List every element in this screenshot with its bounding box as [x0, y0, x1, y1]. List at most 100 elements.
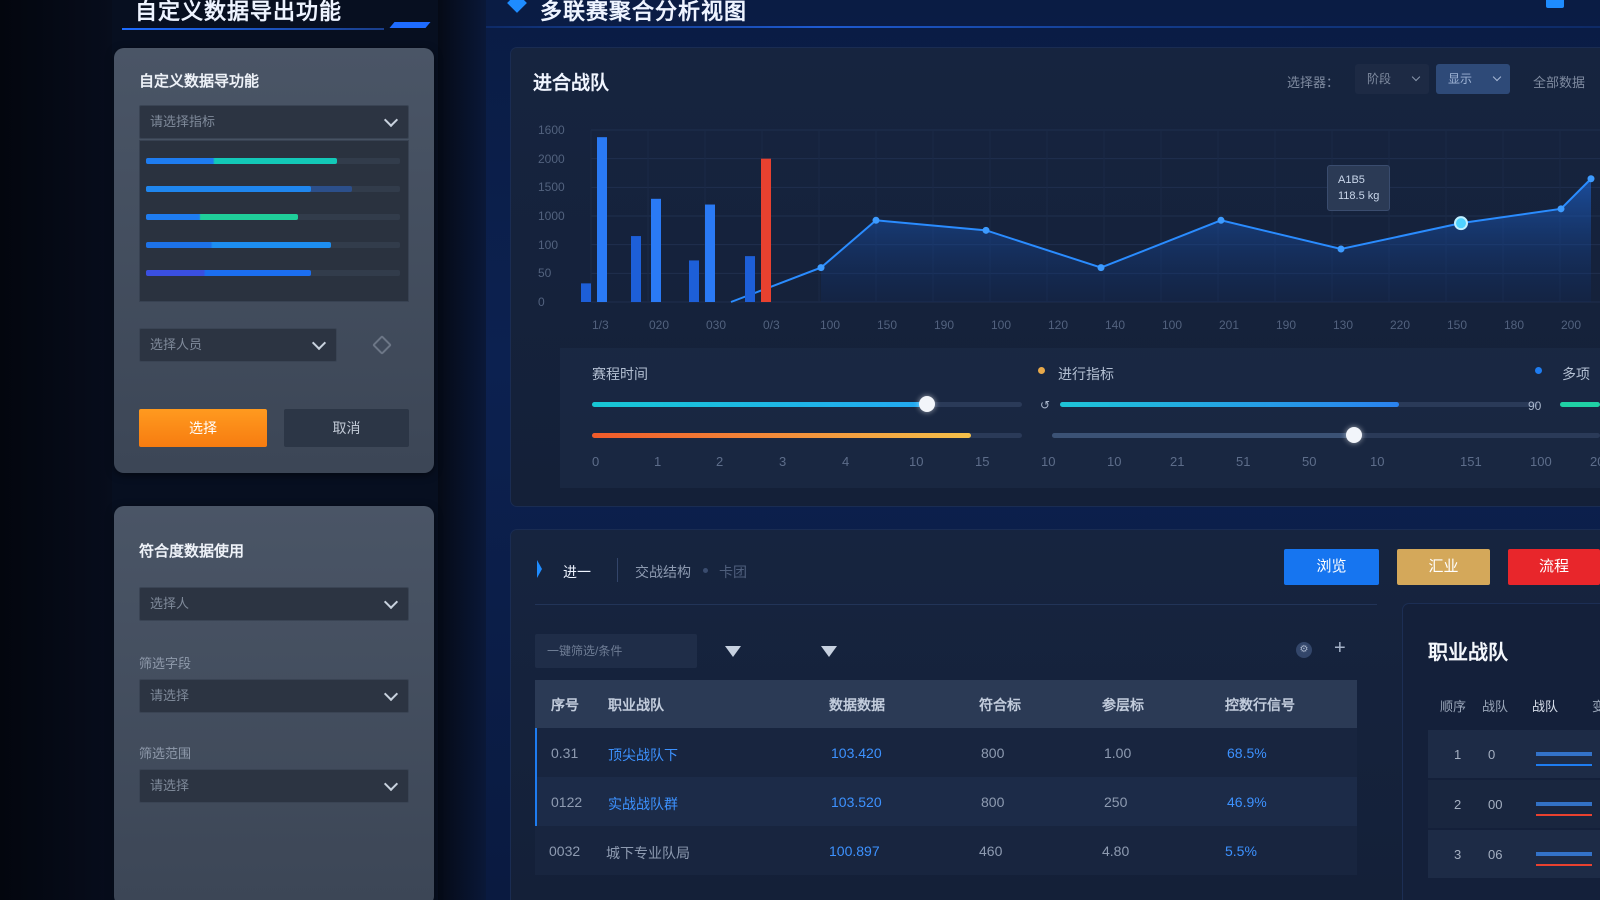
chart-bar[interactable]: [597, 137, 607, 302]
cell-team[interactable]: 城下专业队局: [606, 843, 690, 863]
select-button[interactable]: 选择: [139, 409, 267, 447]
line-point[interactable]: [1557, 205, 1565, 213]
col-header[interactable]: 序号: [551, 695, 579, 715]
pro-row[interactable]: 2 00: [1428, 780, 1600, 828]
pro-col-header: 顺序: [1440, 699, 1467, 714]
metric-bar-fill: [146, 158, 337, 164]
metric-bar-track: [146, 270, 400, 276]
area-series: [821, 178, 1591, 302]
stage-select[interactable]: 阶段: [1355, 64, 1429, 94]
cell-c1: 800: [981, 794, 1005, 810]
y-tick-label: 1600: [538, 123, 565, 137]
notification-icon[interactable]: [1546, 0, 1564, 8]
time-slider-handle[interactable]: [919, 396, 936, 412]
display-select-value: 显示: [1448, 72, 1473, 86]
line-point[interactable]: [1217, 216, 1225, 224]
pro-mini-bar: [1536, 752, 1592, 756]
line-point[interactable]: [1587, 175, 1595, 183]
cell-team[interactable]: 实战战队群: [608, 794, 678, 814]
chart-bar[interactable]: [581, 283, 591, 302]
tab-first[interactable]: 进一: [563, 562, 591, 582]
metric-select-placeholder: 请选择指标: [150, 114, 216, 129]
tab-structure[interactable]: 交战结构: [635, 562, 691, 582]
x-tick-label: 120: [1048, 318, 1069, 332]
add-icon[interactable]: +: [1334, 638, 1346, 658]
slider-scale-label: 1: [654, 454, 662, 469]
tab-team[interactable]: 卡团: [719, 562, 747, 582]
col-header[interactable]: 数据数据: [829, 695, 885, 715]
filter-icon[interactable]: [725, 646, 741, 657]
pro-rank: 1: [1454, 747, 1462, 762]
x-tick-label: 201: [1219, 318, 1240, 332]
line-point[interactable]: [982, 226, 990, 234]
cell-c2: 1.00: [1104, 745, 1132, 761]
filter-field-select[interactable]: 请选择: [139, 679, 409, 713]
metric-bar-track: [146, 214, 400, 220]
x-tick-label: 140: [1105, 318, 1126, 332]
filter-range-select[interactable]: 请选择: [139, 769, 409, 803]
x-tick-label: 180: [1504, 318, 1525, 332]
col-header[interactable]: 符合标: [979, 695, 1021, 715]
x-tick-label: 100: [991, 318, 1012, 332]
time-slider-fill: [592, 402, 928, 407]
col-header[interactable]: 职业战队: [608, 695, 664, 715]
cell-team[interactable]: 顶尖战队下: [608, 745, 678, 765]
summary-button[interactable]: 汇业: [1397, 549, 1490, 585]
refresh-icon[interactable]: ↺: [1040, 398, 1050, 412]
col-header[interactable]: 控数行信号: [1225, 695, 1295, 715]
col-header[interactable]: 参层标: [1102, 695, 1144, 715]
slider-scale-label: 3: [779, 454, 787, 469]
chart-bar[interactable]: [745, 256, 755, 302]
cell-c2: 250: [1104, 794, 1128, 810]
settings-icon[interactable]: ⚙: [1296, 642, 1312, 658]
chart-bar[interactable]: [705, 204, 715, 302]
pro-rank: 2: [1454, 797, 1462, 812]
line-point[interactable]: [817, 264, 825, 272]
pro-value: 06: [1488, 847, 1503, 862]
filter-input[interactable]: 一键筛选/条件: [535, 634, 697, 668]
multi-slider-fill[interactable]: [1560, 402, 1600, 407]
pro-row[interactable]: 1 0: [1428, 730, 1600, 778]
slider-scale-label: 10: [1107, 454, 1122, 469]
x-tick-label: 130: [1333, 318, 1354, 332]
line-point[interactable]: [1097, 264, 1105, 272]
chevron-down-icon: [383, 594, 399, 610]
line-point[interactable]: [1337, 245, 1345, 253]
pro-row[interactable]: 3 06: [1428, 830, 1600, 878]
all-data-link[interactable]: 全部数据: [1533, 72, 1585, 91]
chevron-down-icon: [383, 776, 399, 792]
chart-bar[interactable]: [761, 158, 771, 302]
process-button[interactable]: 流程: [1508, 549, 1600, 585]
browse-button[interactable]: 浏览: [1284, 549, 1379, 585]
table-row[interactable]: 0122 实战战队群 103.520 800 250 46.9%: [535, 777, 1357, 826]
line-point[interactable]: [872, 216, 880, 224]
slider-scale-label: 2: [716, 454, 724, 469]
metric-bars-box: [139, 140, 409, 302]
display-select[interactable]: 显示: [1436, 64, 1510, 94]
main-title-underline: [486, 26, 1600, 28]
slider-scale-label: 4: [842, 454, 850, 469]
cell-data: 103.520: [831, 794, 882, 810]
x-tick-label: 100: [820, 318, 841, 332]
cell-data: 103.420: [831, 745, 882, 761]
chart-bar[interactable]: [631, 236, 641, 302]
line-point[interactable]: [1454, 216, 1468, 231]
person-select[interactable]: 选择人员: [139, 328, 337, 362]
left-title-underline: [122, 28, 384, 30]
slider-scale-label: 10: [1041, 454, 1056, 469]
table-row[interactable]: 0032 城下专业队局 100.897 460 4.80 5.5%: [535, 826, 1357, 875]
table-row[interactable]: 0.31 顶尖战队下 103.420 800 1.00 68.5%: [535, 728, 1357, 777]
pro-col-header: 变: [1592, 699, 1600, 714]
pro-team-title: 职业战队: [1428, 642, 1508, 664]
metric-select[interactable]: 请选择指标: [139, 105, 409, 139]
chart-bar[interactable]: [689, 260, 699, 302]
chevron-down-icon: [383, 686, 399, 702]
x-tick-label: 200: [1561, 318, 1582, 332]
cell-c1: 460: [979, 843, 1003, 859]
person-filter-select[interactable]: 选择人: [139, 587, 409, 621]
cancel-button[interactable]: 取消: [284, 409, 409, 447]
chart-bar[interactable]: [651, 198, 661, 302]
pro-value: 00: [1488, 797, 1503, 812]
cell-c3: 5.5%: [1225, 843, 1257, 859]
sort-icon[interactable]: [821, 646, 837, 657]
